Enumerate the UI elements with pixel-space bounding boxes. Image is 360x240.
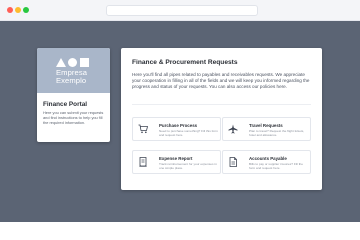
tile-title: Expense Report: [159, 156, 193, 161]
airplane-icon: [228, 124, 238, 134]
tile-title: Accounts Payable: [249, 156, 287, 161]
tile-description: Track reimbursement for your expenses in…: [159, 162, 217, 170]
logo-line-2: Exemplo: [56, 76, 87, 85]
tile-title: Travel Requests: [249, 123, 283, 128]
logo-wordmark: Empresa Exemplo: [56, 69, 108, 85]
travel-requests-tile[interactable]: Travel Requests Plan to travel? Request …: [222, 117, 311, 141]
intro-text: Here you'll find all pipes related to pa…: [132, 72, 310, 90]
divider: [132, 104, 311, 105]
page-viewport: Empresa Exemplo Finance Portal Here you …: [0, 21, 360, 222]
accounts-payable-tile[interactable]: Accounts Payable Bills to pay or supplie…: [222, 150, 311, 174]
logo-shapes: [56, 58, 96, 68]
receipt-icon: [139, 157, 147, 167]
portal-card: Empresa Exemplo Finance Portal Here you …: [37, 48, 110, 142]
tile-description: Plan to travel? Request the flight ticke…: [249, 129, 305, 137]
tile-title: Purchase Process: [159, 123, 198, 128]
close-window-button[interactable]: [7, 7, 13, 13]
circle-icon: [68, 58, 77, 67]
triangle-icon: [56, 58, 66, 67]
square-icon: [80, 58, 89, 67]
address-bar[interactable]: [106, 5, 258, 16]
browser-window: Empresa Exemplo Finance Portal Here you …: [0, 0, 360, 222]
company-logo: Empresa Exemplo: [37, 48, 110, 93]
invoice-icon: [229, 157, 237, 167]
page-title: Finance & Procurement Requests: [132, 59, 238, 66]
portal-description: Here you can submit your requests and fi…: [43, 110, 104, 126]
requests-card: Finance & Procurement Requests Here you'…: [121, 48, 322, 190]
minimize-window-button[interactable]: [15, 7, 21, 13]
maximize-window-button[interactable]: [23, 7, 29, 13]
expense-report-tile[interactable]: Expense Report Track reimbursement for y…: [132, 150, 221, 174]
window-titlebar: [0, 0, 360, 21]
shopping-cart-icon: [138, 124, 148, 134]
portal-title: Finance Portal: [43, 101, 88, 108]
tile-description: Bills to pay or supplier invoices? Fill …: [249, 162, 303, 170]
tile-description: Need to purchase something? Fill this fo…: [159, 129, 218, 137]
purchase-process-tile[interactable]: Purchase Process Need to purchase someth…: [132, 117, 221, 141]
